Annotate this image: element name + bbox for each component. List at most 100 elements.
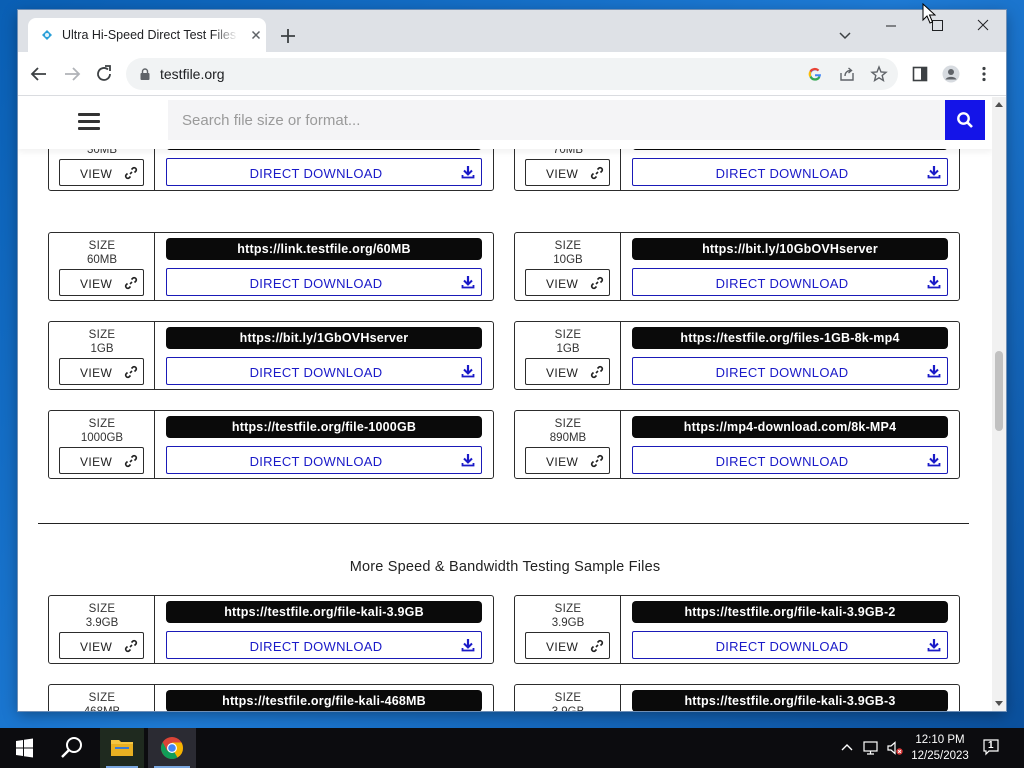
direct-download-button[interactable]: DIRECT DOWNLOAD	[632, 446, 948, 474]
file-url-link[interactable]: https://testfile.org/file-kali-3.9GB	[166, 601, 482, 623]
view-button[interactable]: VIEW	[59, 632, 144, 659]
view-button[interactable]: VIEW	[59, 447, 144, 474]
site-header	[18, 97, 992, 149]
maximize-button[interactable]	[914, 10, 960, 42]
file-card: SIZE3.9GBVIEWhttps://testfile.org/file-k…	[514, 684, 960, 711]
view-button[interactable]: VIEW	[525, 632, 610, 659]
file-card-meta: SIZE468MBVIEW	[49, 685, 155, 711]
close-icon[interactable]	[248, 27, 264, 43]
view-button[interactable]: VIEW	[525, 358, 610, 385]
search-icon	[957, 112, 973, 128]
back-arrow-icon[interactable]	[28, 63, 50, 85]
file-url-link[interactable]: https://link.testfile.org/60MB	[166, 238, 482, 260]
size-value: 1GB	[556, 343, 580, 355]
reload-icon[interactable]	[93, 63, 115, 85]
size-value: 890MB	[549, 432, 587, 444]
size-value: 60MB	[86, 254, 118, 266]
taskbar-clock[interactable]: 12:10 PM 12/25/2023	[902, 732, 978, 764]
direct-download-button[interactable]: DIRECT DOWNLOAD	[632, 357, 948, 385]
view-button[interactable]: VIEW	[525, 447, 610, 474]
network-icon[interactable]	[862, 739, 880, 757]
view-button[interactable]: VIEW	[59, 358, 144, 385]
vertical-scrollbar[interactable]	[992, 97, 1006, 711]
lock-icon[interactable]	[138, 67, 152, 81]
direct-download-button[interactable]: DIRECT DOWNLOAD	[166, 631, 482, 659]
direct-download-button[interactable]: DIRECT DOWNLOAD	[632, 631, 948, 659]
taskbar: 12:10 PM 12/25/2023 1	[0, 728, 1024, 768]
search-input[interactable]	[168, 100, 946, 140]
direct-download-button[interactable]: DIRECT DOWNLOAD	[166, 268, 482, 296]
view-button[interactable]: VIEW	[59, 269, 144, 296]
file-card-meta: SIZE 1000GB VIEW	[49, 411, 155, 478]
size-label: SIZE	[554, 692, 582, 704]
file-url-link[interactable]: https://bit.ly/1GbOVHserver	[166, 327, 482, 349]
side-panel-icon[interactable]	[911, 65, 929, 83]
view-button[interactable]: VIEW	[525, 269, 610, 296]
chevron-up-icon[interactable]	[838, 739, 856, 757]
view-button[interactable]: VIEW	[525, 159, 610, 186]
windows-logo-icon	[16, 738, 33, 758]
file-url-link[interactable]: https://testfile.org/file-kali-3.9GB-3	[632, 690, 948, 711]
direct-download-button[interactable]: DIRECT DOWNLOAD	[166, 357, 482, 385]
address-bar[interactable]: testfile.org	[126, 58, 898, 90]
star-icon[interactable]	[870, 65, 888, 83]
forward-arrow-icon[interactable]	[61, 63, 83, 85]
download-icon	[461, 454, 475, 467]
view-button[interactable]: VIEW	[59, 159, 144, 186]
file-url-link[interactable]: https://testfile.org/file-1000GB	[166, 416, 482, 438]
file-url-link[interactable]: https://testfile.org/file-kali-468MB	[166, 690, 482, 711]
google-icon[interactable]	[806, 65, 824, 83]
download-icon	[927, 454, 941, 467]
scroll-down-arrow-icon[interactable]	[995, 699, 1003, 707]
plus-icon[interactable]	[278, 26, 298, 46]
size-label: SIZE	[88, 603, 116, 615]
file-explorer-icon	[111, 740, 133, 756]
link-icon	[124, 365, 138, 379]
direct-download-button[interactable]: DIRECT DOWNLOAD	[632, 268, 948, 296]
section-heading: More Speed & Bandwidth Testing Sample Fi…	[349, 559, 661, 575]
file-card: SIZE 3.9GB VIEW https://testfile.org/file-k…	[514, 595, 960, 664]
size-value: 3.9GB	[85, 617, 119, 629]
direct-download-button[interactable]: DIRECT DOWNLOAD	[632, 158, 948, 186]
close-icon	[977, 19, 989, 31]
file-card: SIZE 1GB VIEW https://testfile.org/files-1G…	[514, 321, 960, 390]
mouse-cursor-icon	[922, 3, 936, 24]
file-url-link[interactable]: https://testfile.org/files-1GB-8k-mp4	[632, 327, 948, 349]
view-label: VIEW	[546, 277, 579, 291]
direct-download-button[interactable]: DIRECT DOWNLOAD	[166, 158, 482, 186]
chevron-down-icon[interactable]	[836, 26, 854, 44]
file-url-link[interactable]: https://bit.ly/10GbOVHserver	[632, 238, 948, 260]
taskbar-file-explorer[interactable]	[100, 728, 144, 768]
size-label: SIZE	[554, 240, 582, 252]
taskbar-search-button[interactable]	[48, 728, 96, 768]
download-icon	[461, 365, 475, 378]
section-divider	[38, 523, 969, 524]
link-icon	[590, 365, 604, 379]
link-icon	[590, 166, 604, 180]
kebab-menu-icon[interactable]	[975, 65, 993, 83]
tab-strip: Ultra Hi-Speed Direct Test Files Downloa…	[18, 10, 1006, 52]
start-button[interactable]	[0, 728, 48, 768]
size-value: 3.9GB	[551, 617, 585, 629]
size-label: SIZE	[554, 603, 582, 615]
size-label: SIZE	[88, 692, 116, 704]
scrollbar-thumb[interactable]	[995, 351, 1003, 431]
hamburger-menu-icon[interactable]	[78, 113, 102, 131]
view-label: VIEW	[80, 640, 113, 654]
minimize-button[interactable]	[868, 10, 914, 42]
direct-download-button[interactable]: DIRECT DOWNLOAD	[166, 446, 482, 474]
taskbar-chrome[interactable]	[148, 728, 196, 768]
share-icon[interactable]	[838, 65, 856, 83]
file-url-link[interactable]: https://mp4-download.com/8k-MP4	[632, 416, 948, 438]
download-icon	[461, 166, 475, 179]
browser-tab[interactable]: Ultra Hi-Speed Direct Test Files Downloa…	[28, 18, 266, 52]
download-icon	[461, 639, 475, 652]
file-url-link[interactable]: https://testfile.org/file-kali-3.9GB-2	[632, 601, 948, 623]
scroll-up-arrow-icon[interactable]	[995, 101, 1003, 109]
notification-center-button[interactable]: 1	[982, 738, 1004, 758]
search-button[interactable]	[945, 100, 985, 140]
direct-download-label: DIRECT DOWNLOAD	[715, 639, 849, 654]
close-window-button[interactable]	[960, 10, 1006, 42]
link-icon	[124, 454, 138, 468]
profile-icon[interactable]	[942, 65, 960, 83]
